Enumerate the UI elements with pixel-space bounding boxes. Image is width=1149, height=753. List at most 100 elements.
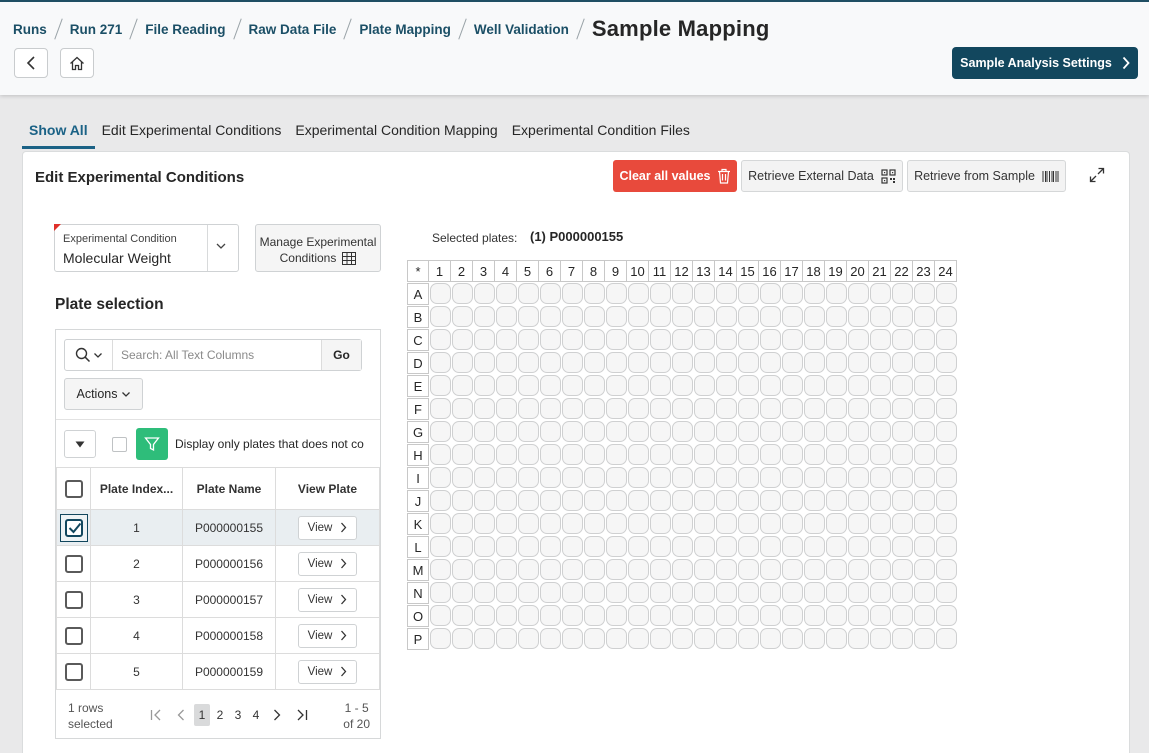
plate-row-header[interactable]: F xyxy=(407,398,429,420)
row-select-cell[interactable] xyxy=(56,581,91,618)
plate-well[interactable] xyxy=(672,536,693,557)
plate-well[interactable] xyxy=(848,536,869,557)
plate-well[interactable] xyxy=(870,283,891,304)
plate-well[interactable] xyxy=(584,490,605,511)
plate-well[interactable] xyxy=(914,582,935,603)
row-checkbox[interactable] xyxy=(64,662,83,681)
plate-well[interactable] xyxy=(738,352,759,373)
plate-well[interactable] xyxy=(496,329,517,350)
plate-well[interactable] xyxy=(738,536,759,557)
search-input[interactable]: Search: All Text Columns xyxy=(121,348,254,362)
plate-well[interactable] xyxy=(804,421,825,442)
plate-well[interactable] xyxy=(650,513,671,534)
plate-well[interactable] xyxy=(518,283,539,304)
plate-well[interactable] xyxy=(606,306,627,327)
page-4[interactable]: 4 xyxy=(248,704,264,726)
plate-well[interactable] xyxy=(562,490,583,511)
plate-well[interactable] xyxy=(694,536,715,557)
plate-well[interactable] xyxy=(496,605,517,626)
plate-well[interactable] xyxy=(584,306,605,327)
plate-well[interactable] xyxy=(452,306,473,327)
plate-well[interactable] xyxy=(716,398,737,419)
plate-well[interactable] xyxy=(518,513,539,534)
plate-well[interactable] xyxy=(496,559,517,580)
plate-well[interactable] xyxy=(540,352,561,373)
plate-well[interactable] xyxy=(518,559,539,580)
plate-well[interactable] xyxy=(430,582,451,603)
plate-well[interactable] xyxy=(694,444,715,465)
select-all-header[interactable] xyxy=(56,467,91,510)
plate-well[interactable] xyxy=(628,559,649,580)
plate-well[interactable] xyxy=(738,329,759,350)
plate-well[interactable] xyxy=(804,352,825,373)
plate-well[interactable] xyxy=(672,375,693,396)
plate-well[interactable] xyxy=(716,444,737,465)
plate-well[interactable] xyxy=(848,559,869,580)
plate-well[interactable] xyxy=(848,605,869,626)
plate-column-header[interactable]: 2 xyxy=(451,260,473,282)
plate-well[interactable] xyxy=(606,352,627,373)
plate-well[interactable] xyxy=(452,398,473,419)
plate-well[interactable] xyxy=(474,536,495,557)
plate-well[interactable] xyxy=(518,329,539,350)
back-button[interactable] xyxy=(14,48,48,78)
plate-well[interactable] xyxy=(562,605,583,626)
plate-well[interactable] xyxy=(914,559,935,580)
plate-well[interactable] xyxy=(738,398,759,419)
plate-well[interactable] xyxy=(474,306,495,327)
view-plate-button[interactable]: View xyxy=(297,515,358,540)
table-row[interactable]: 3 P000000157 View xyxy=(56,581,380,618)
plate-well[interactable] xyxy=(848,398,869,419)
plate-well[interactable] xyxy=(870,536,891,557)
breadcrumb-raw-data-file[interactable]: Raw Data File xyxy=(249,22,337,37)
go-button[interactable]: Go xyxy=(321,340,361,370)
plate-well[interactable] xyxy=(936,421,957,442)
plate-well[interactable] xyxy=(914,352,935,373)
plate-well[interactable] xyxy=(430,375,451,396)
plate-well[interactable] xyxy=(430,536,451,557)
plate-well[interactable] xyxy=(496,467,517,488)
plate-well[interactable] xyxy=(826,375,847,396)
plate-well[interactable] xyxy=(474,490,495,511)
plate-well[interactable] xyxy=(584,352,605,373)
plate-well[interactable] xyxy=(496,490,517,511)
plate-well[interactable] xyxy=(518,490,539,511)
plate-well[interactable] xyxy=(540,536,561,557)
plate-well[interactable] xyxy=(804,444,825,465)
plate-well[interactable] xyxy=(562,375,583,396)
plate-well[interactable] xyxy=(606,605,627,626)
plate-well[interactable] xyxy=(936,306,957,327)
plate-well[interactable] xyxy=(430,559,451,580)
plate-well[interactable] xyxy=(606,513,627,534)
plate-well[interactable] xyxy=(474,605,495,626)
plate-well[interactable] xyxy=(452,513,473,534)
plate-well[interactable] xyxy=(540,628,561,649)
plate-map-corner[interactable]: * xyxy=(407,260,429,282)
plate-well[interactable] xyxy=(826,421,847,442)
plate-well[interactable] xyxy=(628,352,649,373)
filter-icon[interactable] xyxy=(136,428,168,460)
plate-well[interactable] xyxy=(782,352,803,373)
plate-well[interactable] xyxy=(650,352,671,373)
table-row[interactable]: 1 P000000155 View xyxy=(56,509,380,546)
previous-page-icon[interactable] xyxy=(170,704,192,726)
plate-well[interactable] xyxy=(760,490,781,511)
plate-column-header[interactable]: 11 xyxy=(649,260,671,282)
plate-well[interactable] xyxy=(540,329,561,350)
plate-well[interactable] xyxy=(540,467,561,488)
plate-well[interactable] xyxy=(738,559,759,580)
manage-experimental-conditions-button[interactable]: Manage Experimental Conditions xyxy=(255,224,381,272)
plate-column-header[interactable]: 10 xyxy=(627,260,649,282)
plate-column-header[interactable]: 7 xyxy=(561,260,583,282)
plate-well[interactable] xyxy=(496,352,517,373)
plate-well[interactable] xyxy=(606,398,627,419)
plate-well[interactable] xyxy=(628,398,649,419)
plate-well[interactable] xyxy=(694,490,715,511)
plate-well[interactable] xyxy=(628,421,649,442)
collapse-filter-button[interactable] xyxy=(64,430,96,458)
plate-well[interactable] xyxy=(760,329,781,350)
plate-well[interactable] xyxy=(870,605,891,626)
column-header-plate-name[interactable]: Plate Name xyxy=(182,467,276,510)
plate-well[interactable] xyxy=(694,582,715,603)
plate-well[interactable] xyxy=(936,283,957,304)
